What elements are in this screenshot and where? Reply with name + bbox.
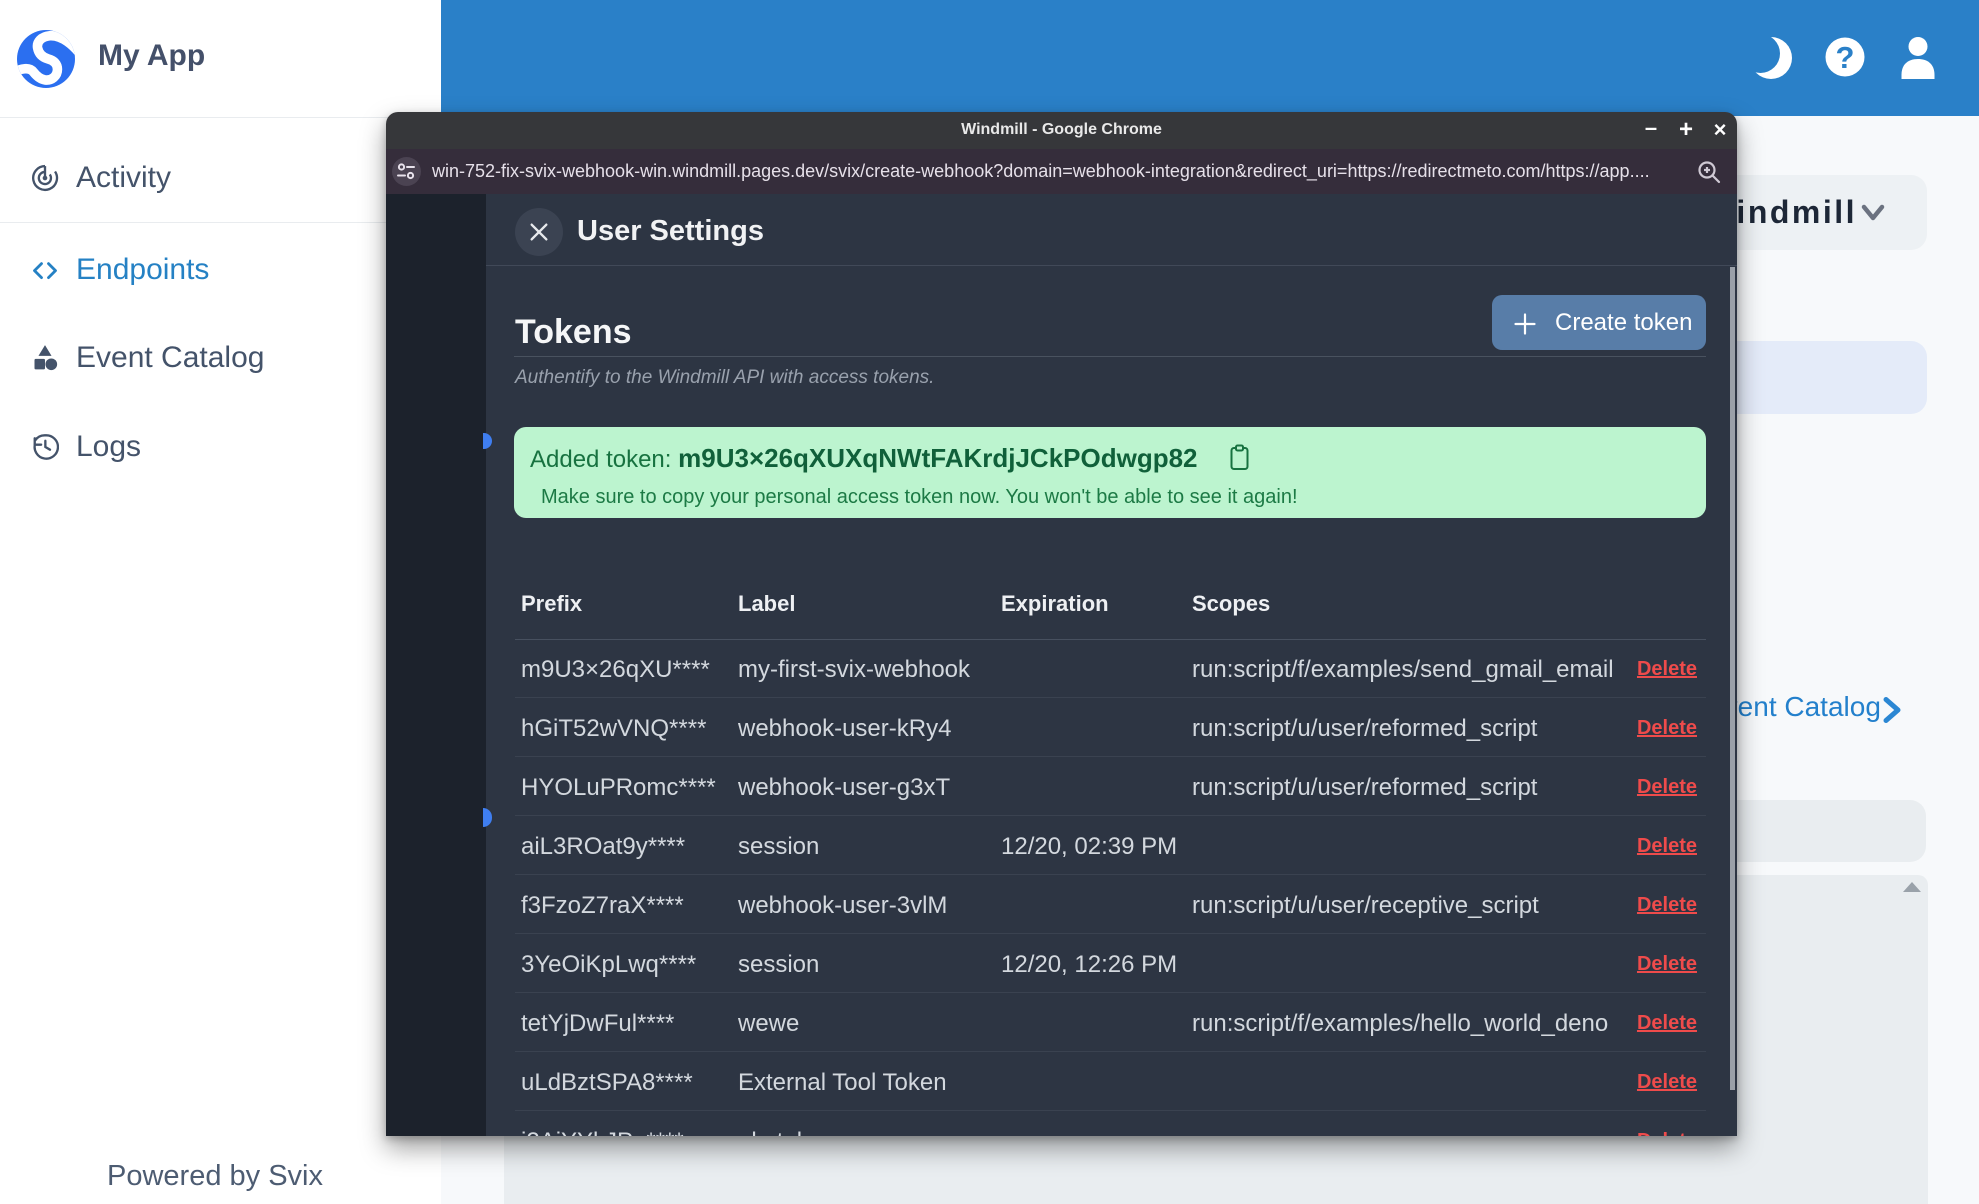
- svg-text:?: ?: [1836, 40, 1855, 75]
